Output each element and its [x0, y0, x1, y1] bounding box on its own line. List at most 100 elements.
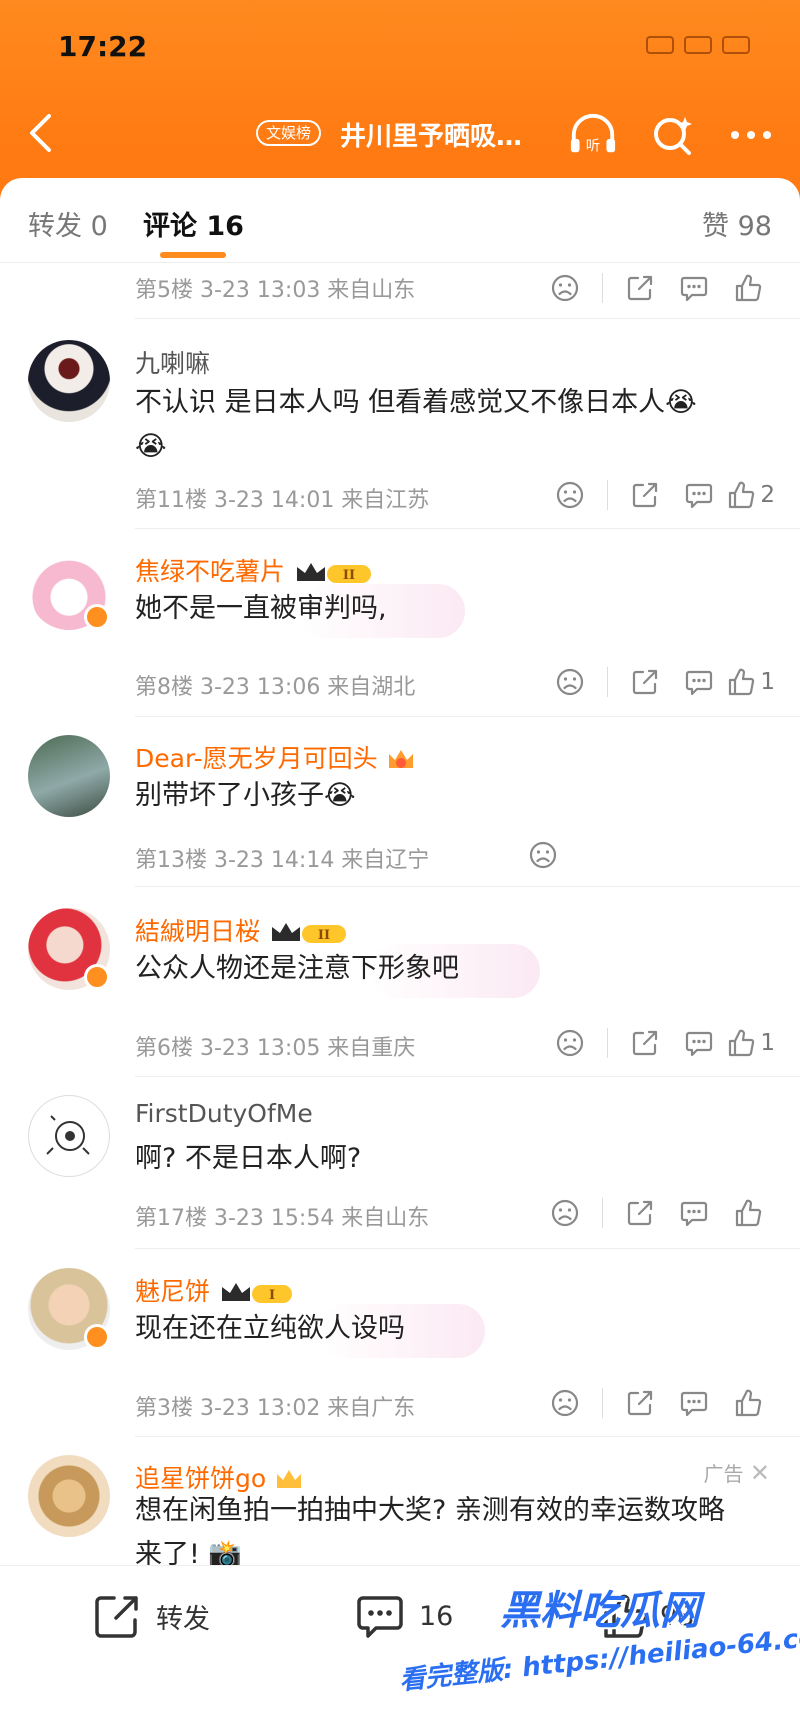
- like-button[interactable]: 1: [726, 662, 775, 702]
- thumbs-up-icon: [729, 1029, 755, 1057]
- action-separator: [602, 1198, 603, 1228]
- username[interactable]: 焦绿不吃薯片 II: [135, 552, 377, 588]
- comment-bubble-icon: [680, 1391, 708, 1417]
- share-icon: [627, 1390, 653, 1416]
- dislike-button[interactable]: [538, 1383, 592, 1423]
- thumbs-up-icon: [729, 481, 755, 509]
- search-button[interactable]: [648, 110, 698, 160]
- avatar[interactable]: [28, 340, 110, 422]
- comment-text: 公众人物还是注意下形象吧: [135, 953, 459, 984]
- share-button[interactable]: [613, 268, 667, 308]
- username-label: 結絾明日桜: [135, 917, 261, 946]
- action-separator: [602, 273, 603, 303]
- comment-bubble-icon: [686, 1031, 713, 1057]
- comment-actions: [538, 1193, 775, 1233]
- watermark-title: 黑料吃瓜网: [500, 1588, 700, 1634]
- more-button[interactable]: [726, 110, 776, 160]
- vip-crown-icon: II: [297, 563, 372, 583]
- dislike-button[interactable]: [538, 1193, 592, 1233]
- vip-crown-icon: II: [272, 923, 347, 943]
- close-icon[interactable]: ✕: [750, 1459, 770, 1487]
- comment-text: 她不是一直被审判吗,: [135, 593, 387, 624]
- avatar[interactable]: [28, 735, 110, 817]
- reply-button[interactable]: [672, 475, 726, 515]
- comment-bubble-icon: [680, 1201, 708, 1227]
- dislike-button[interactable]: [543, 1023, 597, 1063]
- reply-button[interactable]: [672, 1023, 726, 1063]
- share-button[interactable]: [618, 662, 672, 702]
- dislike-button[interactable]: [543, 475, 597, 515]
- reply-button[interactable]: [667, 268, 721, 308]
- comment-bubble-icon: [686, 483, 713, 509]
- username[interactable]: 結絾明日桜 II: [135, 912, 352, 948]
- tab-reposts[interactable]: 转发 0: [28, 204, 108, 243]
- page-title[interactable]: 井川里予晒吸…: [340, 116, 522, 153]
- like-button[interactable]: [721, 1193, 775, 1233]
- username[interactable]: Dear-愿无岁月可回头: [135, 739, 416, 775]
- row-divider: [135, 716, 800, 717]
- dislike-button[interactable]: [523, 835, 563, 875]
- comment-actions: [538, 268, 775, 308]
- signal-icon: [646, 36, 674, 54]
- share-icon: [633, 482, 658, 508]
- reply-button[interactable]: [667, 1193, 721, 1233]
- back-button[interactable]: [20, 108, 60, 158]
- comment-meta: 第3楼 3-23 13:02 来自广东: [135, 1396, 416, 1421]
- comment-bubble-icon: [680, 276, 708, 302]
- avatar[interactable]: [28, 1455, 110, 1537]
- share-button[interactable]: [613, 1193, 667, 1233]
- action-separator: [607, 667, 609, 697]
- username[interactable]: 九喇嘛: [135, 344, 210, 380]
- crown-medal-icon: [388, 750, 413, 768]
- repost-button[interactable]: 转发: [92, 1592, 210, 1640]
- dislike-button[interactable]: [538, 268, 592, 308]
- verified-badge: [84, 604, 110, 630]
- frown-face-icon: [557, 668, 584, 696]
- frown-face-icon: [551, 1389, 579, 1417]
- ad-label[interactable]: 广告 ✕: [704, 1458, 770, 1487]
- comment-text: 想在闲鱼拍一拍抽中大奖? 亲测有效的幸运数攻略: [135, 1495, 725, 1526]
- like-button[interactable]: [721, 1383, 775, 1423]
- comment-meta: 第11楼 3-23 14:01 来自江苏: [135, 488, 430, 513]
- thumbs-up-icon: [735, 1389, 762, 1417]
- comment-actions: 1: [543, 662, 775, 702]
- dislike-button[interactable]: [543, 662, 597, 702]
- like-button[interactable]: [721, 268, 775, 308]
- row-divider: [135, 318, 800, 319]
- comment-actions: 1: [543, 1023, 775, 1063]
- row-divider: [135, 1436, 800, 1437]
- crown-level: I: [269, 1288, 275, 1303]
- comment-button[interactable]: 16: [355, 1592, 453, 1640]
- reply-button[interactable]: [672, 662, 726, 702]
- username[interactable]: 魅尼饼 I: [135, 1272, 296, 1308]
- share-icon: [633, 669, 658, 695]
- share-button[interactable]: [613, 1383, 667, 1423]
- like-button[interactable]: 2: [726, 475, 775, 515]
- comment-meta: 第13楼 3-23 14:14 来自辽宁: [135, 848, 430, 873]
- crown-level: II: [343, 568, 355, 583]
- share-icon: [627, 275, 653, 301]
- username[interactable]: FirstDutyOfMe: [135, 1099, 313, 1128]
- reply-button[interactable]: [667, 1383, 721, 1423]
- username-label: 魅尼饼: [135, 1277, 211, 1306]
- like-button[interactable]: 1: [726, 1023, 775, 1063]
- tab-comments[interactable]: 评论 16: [143, 204, 244, 243]
- ad-text: 广告: [703, 1462, 744, 1486]
- comment-meta: 第8楼 3-23 13:06 来自湖北: [135, 675, 416, 700]
- tab-divider: [0, 262, 800, 263]
- comment-count: 16: [419, 1600, 454, 1632]
- listen-button[interactable]: 听: [568, 110, 618, 160]
- tab-likes[interactable]: 赞 98: [702, 204, 772, 243]
- crown-level: II: [318, 928, 330, 943]
- tab-active-indicator: [160, 252, 226, 258]
- share-button[interactable]: [618, 475, 672, 515]
- row-divider: [135, 528, 800, 529]
- share-button[interactable]: [618, 1023, 672, 1063]
- avatar[interactable]: [28, 1095, 110, 1177]
- frown-face-icon: [551, 274, 579, 302]
- comment-meta: 第6楼 3-23 13:05 来自重庆: [135, 1036, 416, 1061]
- battery-icon: [722, 36, 750, 54]
- share-icon: [627, 1200, 653, 1226]
- thumbs-up-icon: [735, 274, 762, 302]
- comment-text: 啊? 不是日本人啊?: [135, 1143, 362, 1174]
